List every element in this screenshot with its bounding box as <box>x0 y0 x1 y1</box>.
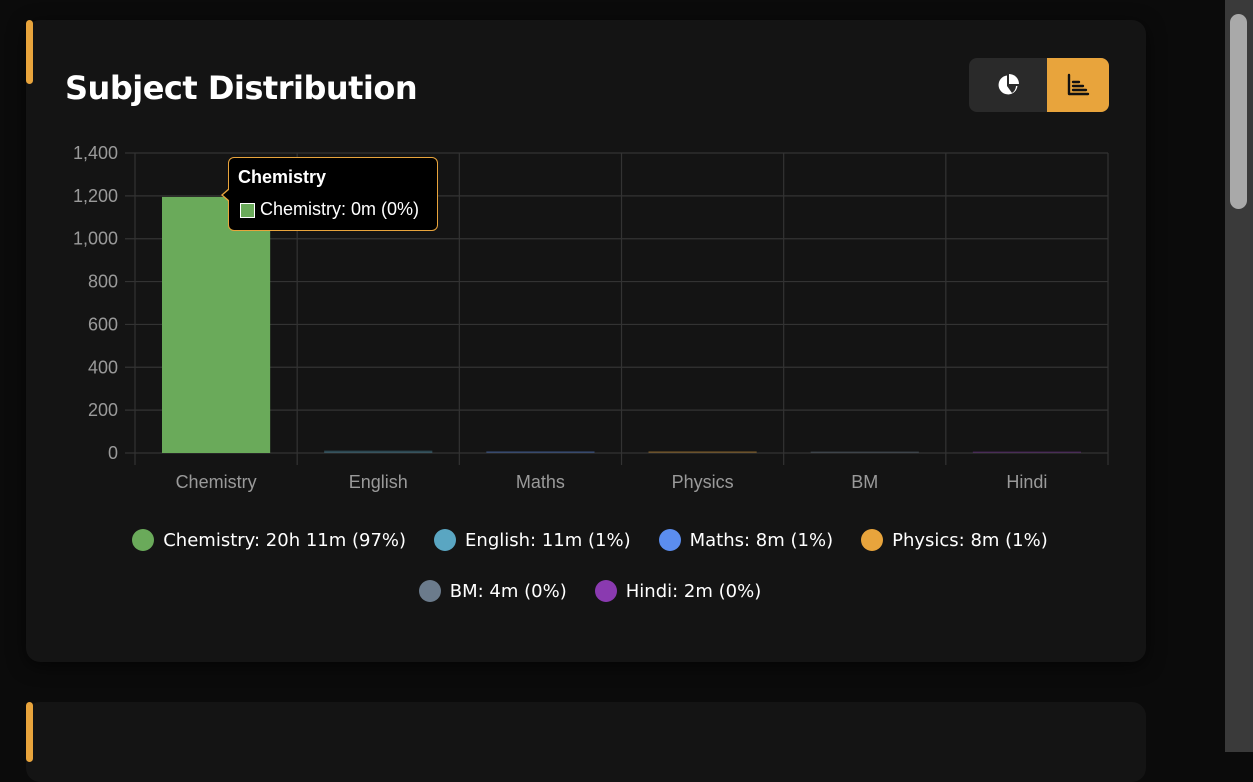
chart-tooltip: Chemistry Chemistry: 0m (0%) <box>221 157 438 231</box>
y-tick-label: 1,000 <box>73 229 118 249</box>
legend-item[interactable]: Chemistry: 20h 11m (97%) <box>132 529 406 551</box>
next-card <box>26 702 1146 782</box>
y-tick-label: 1,200 <box>73 186 118 206</box>
y-tick-label: 800 <box>88 272 118 292</box>
legend-color-dot <box>861 529 884 551</box>
x-tick-label: English <box>349 472 408 492</box>
legend-color-dot <box>594 580 617 602</box>
bar-english <box>324 450 433 453</box>
bar-hindi <box>972 451 1081 453</box>
page: Subject Distribution 0 200 400 600 800 1,000 1… <box>0 0 1225 782</box>
legend-color-dot <box>658 529 681 551</box>
legend-row: BM: 4m (0%) Hindi: 2m (0%) <box>60 573 1120 609</box>
bar-chemistry <box>162 196 271 453</box>
y-tick-label: 0 <box>108 443 118 463</box>
tooltip-title: Chemistry <box>238 167 327 187</box>
y-tick-label: 600 <box>88 314 118 334</box>
x-tick-label: Chemistry <box>176 472 257 492</box>
tooltip-body: Chemistry: 0m (0%) <box>260 199 420 219</box>
legend-item[interactable]: Maths: 8m (1%) <box>658 529 834 551</box>
y-tick-label: 1,400 <box>73 143 118 163</box>
scrollbar-thumb[interactable] <box>1230 14 1247 209</box>
y-tick-label: 200 <box>88 400 118 420</box>
legend-label: Chemistry: 20h 11m (97%) <box>163 529 407 551</box>
legend-color-dot <box>434 529 457 551</box>
x-tick-label: Hindi <box>1006 472 1047 492</box>
chart-legend: Chemistry: 20h 11m (97%) English: 11m (1%… <box>60 522 1120 624</box>
x-tick-label: BM <box>851 472 878 492</box>
bar-physics <box>648 451 757 453</box>
legend-label: Physics: 8m (1%) <box>892 529 1048 551</box>
subject-bar-chart: 0 200 400 600 800 1,000 1,200 1,400 Chemistry Eng… <box>73 143 1109 492</box>
legend-color-dot <box>418 580 441 602</box>
legend-row: Chemistry: 20h 11m (97%) English: 11m (1%… <box>60 522 1120 558</box>
bar-maths <box>486 451 595 453</box>
legend-label: Maths: 8m (1%) <box>689 529 834 551</box>
bar-bm <box>810 451 919 453</box>
legend-label: Hindi: 2m (0%) <box>625 580 762 602</box>
tooltip-color-swatch <box>240 203 255 218</box>
y-tick-label: 400 <box>88 357 118 377</box>
x-tick-label: Physics <box>672 472 734 492</box>
legend-item[interactable]: BM: 4m (0%) <box>418 580 567 602</box>
legend-item[interactable]: Hindi: 2m (0%) <box>594 580 762 602</box>
x-tick-label: Maths <box>516 472 565 492</box>
legend-item[interactable]: Physics: 8m (1%) <box>861 529 1048 551</box>
legend-label: BM: 4m (0%) <box>449 580 567 602</box>
next-card-accent-bar <box>26 702 33 762</box>
legend-item[interactable]: English: 11m (1%) <box>434 529 631 551</box>
legend-label: English: 11m (1%) <box>465 529 631 551</box>
legend-color-dot <box>132 529 155 551</box>
